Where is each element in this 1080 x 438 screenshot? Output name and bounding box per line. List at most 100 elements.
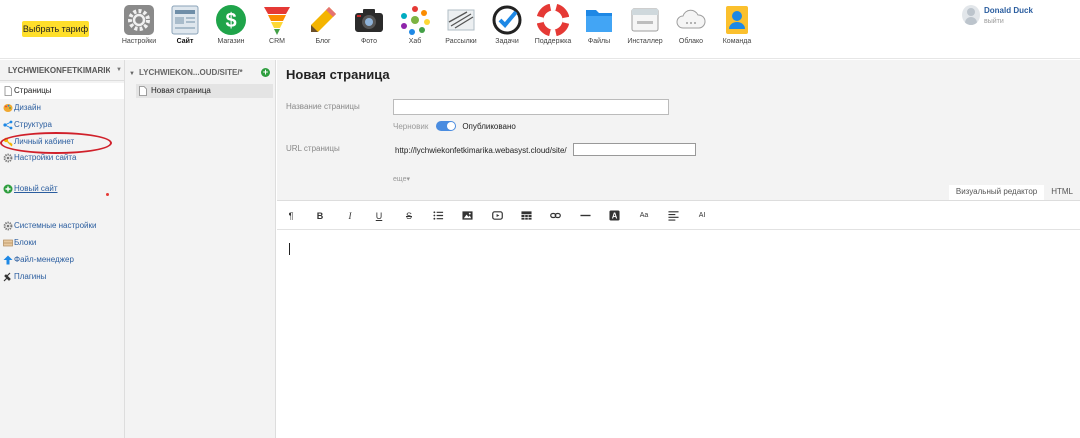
publish-toggle[interactable]: [436, 121, 457, 131]
app-team[interactable]: Команда: [714, 3, 760, 55]
site-icon: [171, 5, 199, 35]
pages-panel-title-text: LYCHWIEKON...OUD/SITE/*: [138, 68, 243, 77]
installer-icon: [631, 8, 659, 32]
font-color-button[interactable]: A: [607, 209, 621, 223]
insert-video-button[interactable]: [490, 209, 504, 223]
page-url-input[interactable]: [573, 143, 696, 156]
chevron-down-icon[interactable]: ▼: [116, 67, 122, 73]
app-shop[interactable]: $ Магазин: [208, 3, 254, 55]
app-label: Рассылки: [445, 38, 477, 45]
text-format-button[interactable]: AI: [695, 209, 709, 223]
cloud-icon: [676, 9, 706, 29]
sidebar-item-personal-account[interactable]: Личный кабинет: [0, 134, 124, 150]
photo-camera-icon: [355, 9, 383, 32]
app-label: Хаб: [408, 38, 422, 45]
page-url-label: URL страницы: [286, 144, 340, 153]
tab-visual-editor[interactable]: Визуальный редактор: [948, 185, 1045, 200]
add-icon: [3, 184, 13, 194]
app-tasks[interactable]: Задачи: [484, 3, 530, 55]
list-icon: [432, 211, 443, 220]
app-installer[interactable]: Инсталлер: [622, 3, 668, 55]
horizontal-rule-button[interactable]: [578, 209, 592, 223]
app-blog[interactable]: Блог: [300, 3, 346, 55]
sidebar-item-blocks[interactable]: Блоки: [0, 235, 124, 251]
sidebar-item-structure[interactable]: Структура: [0, 117, 124, 133]
app-label: Задачи: [495, 38, 519, 45]
bold-button[interactable]: B: [313, 209, 327, 223]
page-editor: Новая страница Название страницы Чернови…: [277, 60, 1080, 438]
structure-icon: [3, 120, 13, 130]
page-settings-form: Новая страница Название страницы Чернови…: [277, 60, 1080, 200]
app-photo[interactable]: Фото: [346, 3, 392, 55]
svg-text:A: A: [611, 212, 617, 221]
page-title: Новая страница: [286, 67, 390, 82]
sidebar-item-label: Плагины: [14, 272, 47, 281]
plugin-icon: [3, 272, 11, 282]
app-label: Поддержка: [534, 38, 572, 45]
publish-toggle-row: Черновик Опубликовано: [393, 119, 516, 133]
site-sidebar: LYCHWIEKONFETKIMARIKA.WEBASYST.CLOUD ▼ С…: [0, 60, 125, 438]
app-label: CRM: [269, 38, 285, 45]
page-name-label: Название страницы: [286, 102, 360, 111]
key-icon: [3, 137, 13, 147]
new-site-label: Новый сайт: [14, 184, 58, 193]
sidebar-item-pages[interactable]: Страницы: [0, 83, 124, 99]
palette-icon: [3, 104, 13, 112]
app-files[interactable]: Файлы: [576, 3, 622, 55]
choose-tariff-button[interactable]: Выбрать тариф: [22, 21, 89, 37]
text-cursor: [289, 243, 290, 255]
tab-html[interactable]: HTML: [1044, 185, 1080, 200]
italic-button[interactable]: I: [343, 209, 357, 223]
crm-funnel-icon: [264, 7, 290, 35]
insert-image-button[interactable]: [460, 209, 474, 223]
sidebar-item-label: Страницы: [14, 86, 52, 95]
app-crm[interactable]: CRM: [254, 3, 300, 55]
app-label: Сайт: [176, 38, 194, 45]
app-label: Инсталлер: [627, 38, 663, 45]
app-cloud[interactable]: Облако: [668, 3, 714, 55]
more-settings-link[interactable]: еще▾: [393, 175, 410, 183]
paragraph-format-button[interactable]: ¶: [284, 209, 298, 223]
insert-link-button[interactable]: [548, 209, 562, 223]
gear-icon: [3, 153, 13, 163]
pages-panel-title[interactable]: ▼ LYCHWIEKON...OUD/SITE/*: [129, 68, 243, 77]
sidebar-item-system-settings[interactable]: Системные настройки: [0, 218, 124, 234]
editor-toolbar: ¶ B I U S A Aa AI: [277, 200, 1080, 230]
sidebar-item-label: Личный кабинет: [14, 137, 75, 146]
app-settings[interactable]: Настройки: [116, 3, 162, 55]
svg-text:$: $: [225, 10, 236, 32]
app-support[interactable]: Поддержка: [530, 3, 576, 55]
add-page-icon[interactable]: +: [261, 68, 270, 77]
upload-arrow-icon: [3, 255, 13, 265]
settings-gear-icon: [124, 5, 154, 35]
page-list-item[interactable]: Новая страница: [136, 84, 273, 98]
app-label: Магазин: [217, 38, 245, 45]
sidebar-item-file-manager[interactable]: Файл-менеджер: [0, 252, 124, 268]
font-size-button[interactable]: Aa: [637, 209, 651, 223]
align-button[interactable]: [666, 209, 680, 223]
page-icon: [139, 86, 147, 96]
page-name-input[interactable]: [393, 99, 669, 115]
font-color-icon: A: [608, 210, 620, 221]
sidebar-item-design[interactable]: Дизайн: [0, 100, 124, 116]
user-name[interactable]: Donald Duck: [984, 6, 1033, 15]
editor-content-area[interactable]: [277, 231, 1080, 438]
app-hub[interactable]: Хаб: [392, 3, 438, 55]
table-icon: [520, 211, 532, 220]
underline-button[interactable]: U: [372, 209, 386, 223]
bullet-list-button[interactable]: [431, 209, 445, 223]
app-label: Команда: [722, 38, 752, 45]
chevron-down-icon: ▼: [129, 71, 135, 77]
site-selector-title[interactable]: LYCHWIEKONFETKIMARIKA.WEBASYST.CLOUD: [8, 66, 110, 75]
horizontal-line-icon: [579, 214, 591, 217]
sidebar-item-label: Файл-менеджер: [14, 255, 74, 264]
app-site[interactable]: Сайт: [162, 3, 208, 55]
insert-table-button[interactable]: [519, 209, 533, 223]
sidebar-item-site-settings[interactable]: Настройки сайта: [0, 150, 124, 166]
strikethrough-button[interactable]: S: [402, 209, 416, 223]
avatar[interactable]: [962, 5, 980, 25]
sidebar-item-plugins[interactable]: Плагины: [0, 269, 124, 285]
logout-link[interactable]: выйти: [984, 18, 1004, 25]
app-mailer[interactable]: Рассылки: [438, 3, 484, 55]
app-label: Фото: [360, 38, 378, 45]
